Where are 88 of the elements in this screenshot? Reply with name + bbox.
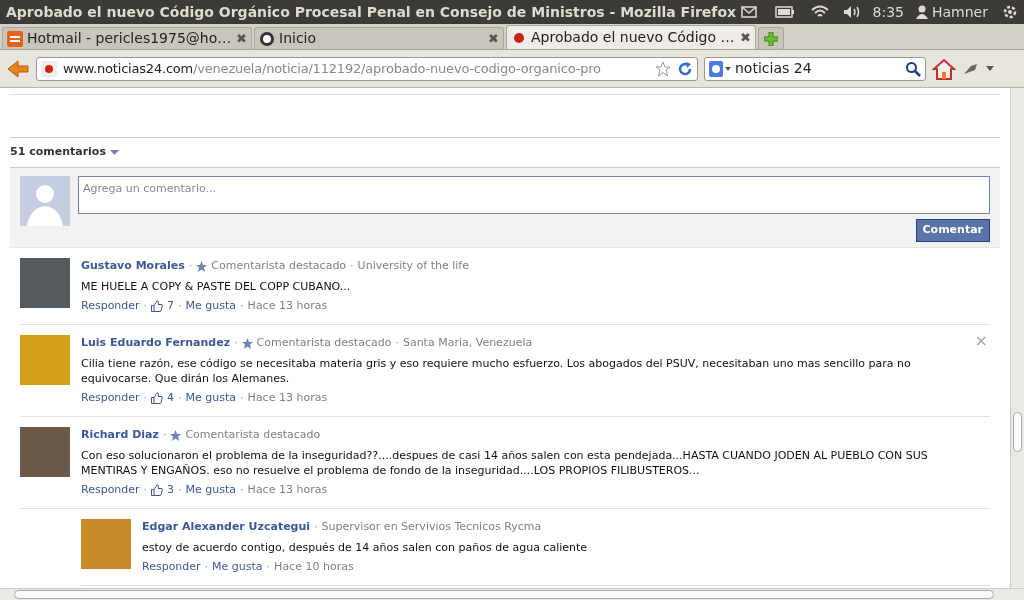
timestamp: Hace 10 horas (274, 558, 354, 575)
power-icon[interactable] (1002, 4, 1018, 20)
separator-dot: · (266, 558, 271, 575)
plus-icon (764, 31, 778, 46)
like-link[interactable]: Me gusta (212, 558, 263, 575)
browser-tab[interactable]: Hotmail - pericles1975@ho… ✖ (2, 27, 252, 49)
url-field[interactable]: www.noticias24.com/venezuela/noticia/112192/aprobado-nuevo-codigo-organico-pro (36, 56, 698, 81)
separator-dot: · (188, 258, 193, 274)
affiliation-text: University of the life (357, 258, 469, 274)
horizontal-scrollbar[interactable] (0, 588, 1024, 600)
like-count[interactable]: 7 (167, 297, 175, 314)
volume-icon[interactable] (842, 5, 861, 19)
separator-dot: · (178, 389, 182, 406)
author-link[interactable]: Richard Diaz (81, 427, 159, 444)
reply-link[interactable]: Responder (81, 297, 140, 314)
separator-dot: · (234, 335, 238, 351)
comment-input-field[interactable]: Agrega un comentario... (78, 176, 990, 214)
timestamp: Hace 13 horas (247, 481, 328, 498)
url-host: www.noticias24.com (63, 60, 194, 76)
site-favicon-icon (7, 30, 23, 47)
comment-button[interactable]: Comentar (915, 219, 990, 242)
like-count[interactable]: 4 (167, 389, 175, 406)
separator-dot: · (162, 427, 167, 443)
like-link[interactable]: Me gusta (185, 481, 237, 498)
separator-dot: · (143, 297, 148, 314)
vertical-scrollbar[interactable] (1010, 88, 1024, 588)
home-icon[interactable] (932, 57, 956, 80)
clock-text[interactable]: 8:35 (872, 1, 904, 23)
timestamp: Hace 13 horas (247, 389, 328, 406)
thumbs-up-icon (151, 483, 164, 496)
like-link[interactable]: Me gusta (185, 389, 237, 406)
bookmark-star-icon[interactable] (655, 60, 671, 77)
thumbs-up-icon (151, 391, 164, 404)
comment-text: ME HUELE A COPY & PASTE DEL COPP CUBANO... (81, 278, 352, 294)
avatar-silhouette-icon (20, 176, 70, 226)
separator-dot: · (240, 389, 244, 406)
close-tab-button[interactable]: ✖ (236, 28, 247, 49)
separator-dot: · (350, 258, 354, 274)
url-path: /venezuela/noticia/112192/aprobado-nuevo-codigo-organico-pro (193, 60, 601, 76)
separator-dot: · (204, 558, 209, 575)
battery-icon[interactable] (774, 6, 795, 18)
badge-text: Comentarista destacado (256, 335, 392, 351)
separator-dot: · (314, 519, 318, 535)
user-icon (916, 5, 928, 19)
timestamp: Hace 13 horas (247, 297, 328, 314)
menu-caret-icon[interactable] (986, 65, 994, 72)
separator-dot: · (143, 389, 148, 406)
affiliation-text: Santa Maria, Venezuela (402, 335, 533, 351)
separator-dot: · (178, 297, 182, 314)
badge-text: Comentarista destacado (211, 258, 347, 274)
separator-dot: · (240, 297, 244, 314)
search-value: noticias 24 (735, 59, 813, 78)
author-link[interactable]: Edgar Alexander Uzcategui (142, 519, 311, 536)
author-link[interactable]: Gustavo Morales (81, 258, 185, 275)
badge-text: Comentarista destacado (185, 427, 321, 443)
separator-dot: · (143, 481, 148, 498)
reply-link[interactable]: Responder (81, 389, 140, 406)
comment-text: estoy de acuerdo contigo, después de 14 años salen con paños de agua caliente (142, 539, 589, 555)
like-link[interactable]: Me gusta (185, 297, 237, 314)
affiliation-text: Supervisor en Servivios Tecnicos Rycma (321, 519, 542, 535)
separator-dot: · (178, 481, 182, 498)
user-name[interactable]: Hamner (932, 1, 988, 23)
back-arrow-icon[interactable] (6, 58, 30, 79)
like-count[interactable]: 3 (167, 481, 175, 498)
site-favicon-icon (41, 60, 57, 77)
reload-icon[interactable] (677, 60, 693, 77)
wifi-icon[interactable] (810, 5, 829, 19)
dropdown-caret-icon[interactable] (109, 149, 119, 156)
separator-dot: · (240, 481, 244, 498)
author-link[interactable]: Luis Eduardo Fernandez (81, 335, 231, 352)
reply-link[interactable]: Responder (81, 481, 140, 498)
comment-text: Cilia tiene razón, ese código se necesitaba materia gris y eso requiere mucho esfuerzo. Los abogados del PSUV, necesitaban uno mas sencillo para no equivocarse. Que dirán los Alemanes. (81, 355, 912, 386)
browser-tab[interactable]: Inicio ✖ (254, 27, 504, 49)
mail-icon[interactable] (740, 6, 757, 18)
search-engine-icon[interactable] (709, 60, 731, 77)
search-icon[interactable] (905, 60, 921, 77)
comment-text: Con eso solucionaron el problema de la inseguridad??....despues de casi 14 años salen con esta pendejada...HASTA CUANDO JODEN AL PUEBLO CON SUS MENTIRAS Y ENGAÑOS. eso no resuelve el problema de fondo de la inseguridad....LOS PROPIOS FILIBUSTEROS... (81, 447, 929, 478)
separator-dot: · (395, 335, 399, 351)
reply-link[interactable]: Responder (142, 558, 201, 575)
browser-tab[interactable]: Aprobado el nuevo Código … ✖ (506, 25, 756, 49)
globe-icon (259, 30, 275, 47)
comment-count[interactable]: 51 comentarios (10, 144, 106, 161)
window-title: Aprobado el nuevo Código Orgánico Procesal Penal en Consejo de Ministros - Mozilla Firefox (6, 2, 737, 22)
search-field[interactable]: noticias 24 (704, 56, 926, 81)
close-tab-button[interactable]: ✖ (488, 28, 499, 49)
close-tab-button[interactable]: ✖ (740, 27, 751, 48)
thumbs-up-icon (151, 299, 164, 312)
site-favicon-icon (511, 29, 527, 46)
